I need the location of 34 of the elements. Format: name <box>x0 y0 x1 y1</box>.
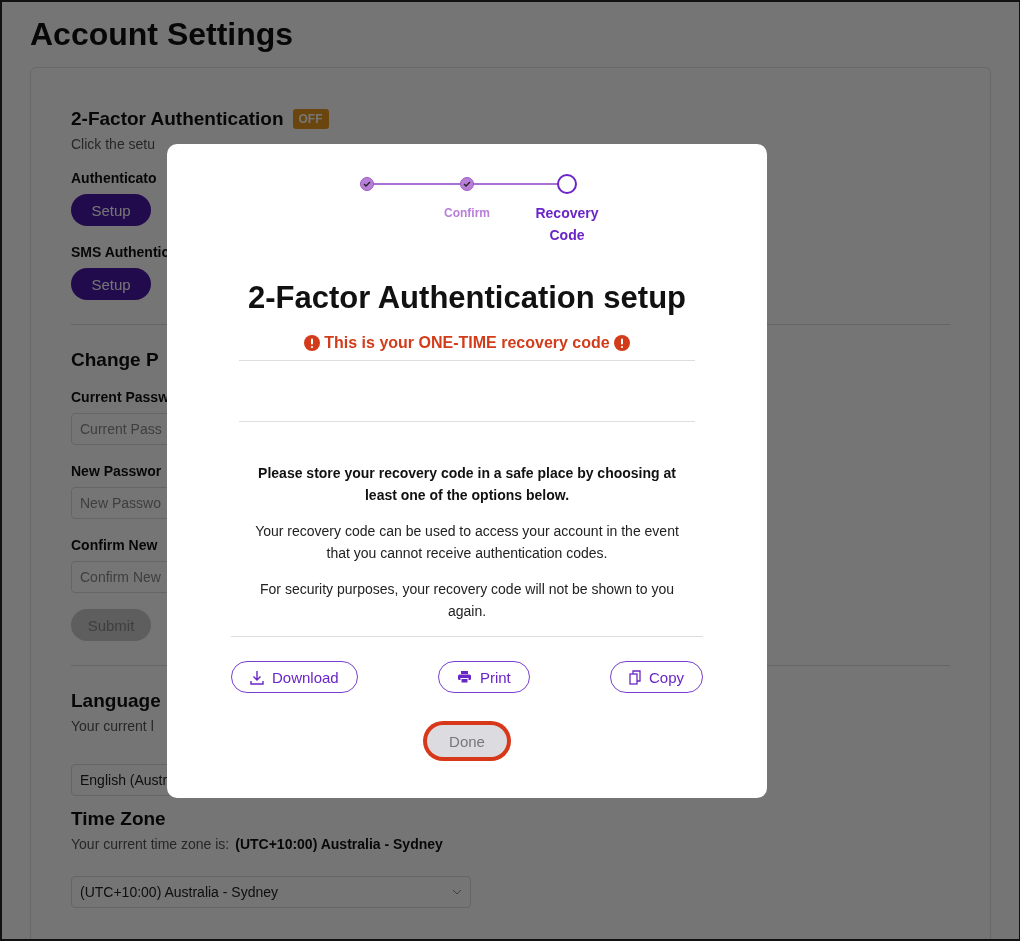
copy-icon <box>628 669 641 685</box>
section-hint: Your current time zone is: (UTC+10:00) Australia - Sydney <box>71 836 443 852</box>
section-heading: 2-Factor Authentication <box>71 108 284 130</box>
section-hint: Your current l <box>71 718 154 734</box>
page-title: Account Settings <box>30 16 295 53</box>
status-badge: OFF <box>292 109 329 129</box>
download-icon <box>250 669 264 685</box>
download-button[interactable]: Download <box>231 661 358 693</box>
section-heading: Language <box>71 690 162 712</box>
dialog-title: 2-Factor Authentication setup <box>247 280 686 316</box>
method-label: Authenticato <box>71 170 157 186</box>
copy-button[interactable]: Copy <box>609 661 703 693</box>
note-text: Your recovery code can be used to access your account in the event that you cannot receive authentication codes. <box>254 522 680 563</box>
printer-icon <box>456 670 472 684</box>
setup-button[interactable]: Setup <box>71 268 151 300</box>
section-hint: Click the setu <box>71 136 156 152</box>
section-heading: Time Zone <box>71 808 167 830</box>
time-zone-select[interactable]: (UTC+10:00) Australia - Sydney <box>71 876 471 908</box>
method-label: SMS Authentic <box>71 244 170 260</box>
check-icon <box>363 181 371 187</box>
step-label: Confirm <box>444 205 490 222</box>
alert-icon <box>304 335 321 351</box>
chevron-down-icon <box>452 889 462 895</box>
field-label: New Passwor <box>71 463 162 479</box>
warning-text: This is your ONE-TIME recovery code <box>324 334 610 352</box>
note-text: For security purposes, your recovery code will not be shown to you again. <box>259 580 675 621</box>
setup-button[interactable]: Setup <box>71 194 151 226</box>
step-label: Recovery Code <box>534 204 600 245</box>
print-button[interactable]: Print <box>437 661 530 693</box>
check-icon <box>463 181 471 187</box>
section-heading: Change P <box>71 349 160 371</box>
field-label: Confirm New <box>71 537 158 553</box>
alert-icon <box>613 335 630 351</box>
instruction-text: Please store your recovery code in a safe place by choosing at least one of the options below. <box>257 464 677 505</box>
